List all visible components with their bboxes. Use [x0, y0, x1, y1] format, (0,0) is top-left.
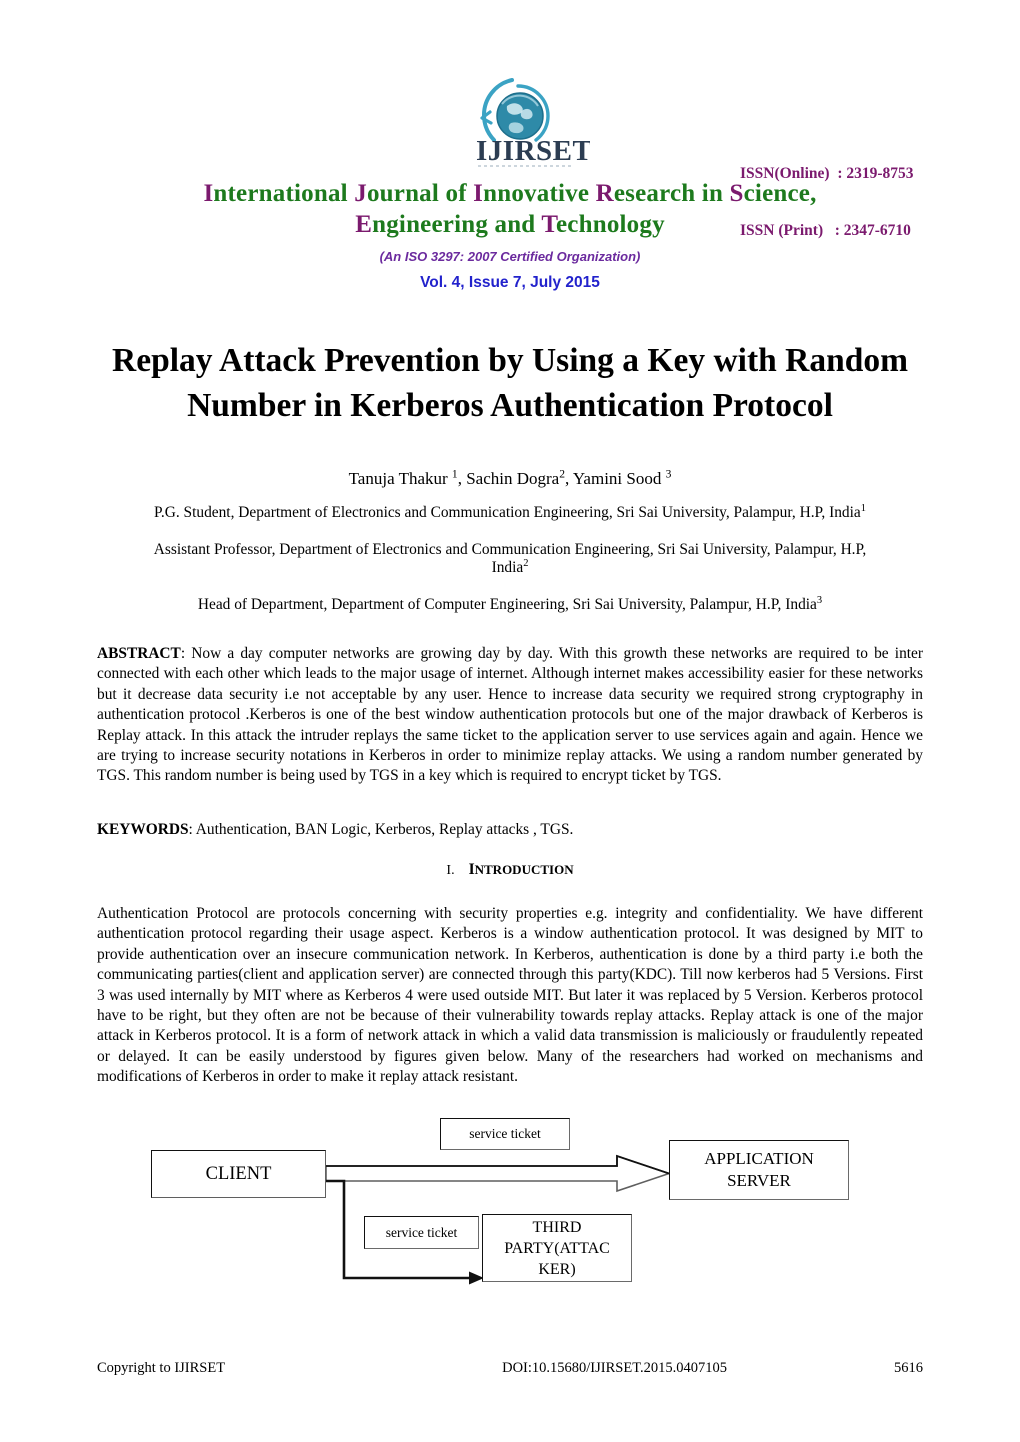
- volume-issue-line: Vol. 4, Issue 7, July 2015: [420, 274, 600, 291]
- abstract-text: : Now a day computer networks are growin…: [97, 645, 923, 785]
- journal-name-line-2: Engineering and Technology: [355, 211, 665, 238]
- svg-text:IJIRSET: IJIRSET: [476, 135, 590, 167]
- introduction-text: Authentication Protocol are protocols co…: [97, 905, 923, 1086]
- third-party-label-line3: KER): [538, 1260, 576, 1278]
- footer-copyright: Copyright to IJIRSET: [97, 1360, 226, 1376]
- footer-doi: DOI:10.15680/IJIRSET.2015.0407105: [502, 1360, 727, 1376]
- page-footer: Copyright to IJIRSET DOI:10.15680/IJIRSE…: [97, 1360, 923, 1377]
- journal-name: International Journal of Innovative Rese…: [0, 178, 1020, 240]
- paper-page: IJIRSET ISSN(Online) : 2319-8753 ISSN (P…: [0, 0, 1020, 1442]
- keywords-text: : Authentication, BAN Logic, Kerberos, R…: [188, 821, 574, 838]
- application-server-label-line1: APPLICATION: [704, 1149, 814, 1168]
- author-list: Tanuja Thakur 1, Sachin Dogra2, Yamini S…: [348, 467, 672, 488]
- masthead: IJIRSET ISSN(Online) : 2319-8753 ISSN (P…: [0, 0, 1020, 239]
- service-ticket-box-bottom: service ticket: [364, 1216, 479, 1249]
- page-title: Replay Attack Prevention by Using a Key …: [112, 342, 908, 425]
- section-title: INTRODUCTION: [468, 861, 574, 878]
- third-party-label-line1: THIRD: [532, 1218, 582, 1236]
- section-heading: I. INTRODUCTION: [97, 861, 923, 879]
- affiliation-2: Assistant Professor, Department of Elect…: [153, 541, 867, 576]
- third-party-attacker-box: THIRD PARTY(ATTAC KER): [482, 1214, 632, 1282]
- footer-page-number: 5616: [893, 1360, 923, 1376]
- abstract-section: ABSTRACT: Now a day computer networks ar…: [97, 644, 923, 787]
- client-box: CLIENT: [151, 1150, 326, 1198]
- section-number: I.: [446, 863, 455, 878]
- service-ticket-box-top: service ticket: [440, 1118, 570, 1150]
- application-server-box: APPLICATION SERVER: [669, 1140, 849, 1200]
- keywords-label: KEYWORDS: [97, 821, 189, 838]
- affiliations: P.G. Student, Department of Electronics …: [97, 502, 923, 633]
- journal-name-line-1: International Journal of Innovative Rese…: [203, 180, 817, 207]
- replay-attack-diagram: service ticket CLIENT APPLICATION SERVER…: [97, 1110, 923, 1310]
- affiliation-1: P.G. Student, Department of Electronics …: [154, 502, 866, 521]
- abstract-label: ABSTRACT: [97, 645, 181, 662]
- keywords-section: KEYWORDS: Authentication, BAN Logic, Ker…: [97, 820, 923, 840]
- ijirset-logo-icon: IJIRSET: [466, 62, 590, 170]
- application-server-label-line2: SERVER: [727, 1171, 791, 1190]
- affiliation-3: Head of Department, Department of Comput…: [197, 594, 823, 613]
- iso-certification-line: (An ISO 3297: 2007 Certified Organizatio…: [379, 249, 641, 264]
- third-party-label-line2: PARTY(ATTAC: [504, 1239, 610, 1257]
